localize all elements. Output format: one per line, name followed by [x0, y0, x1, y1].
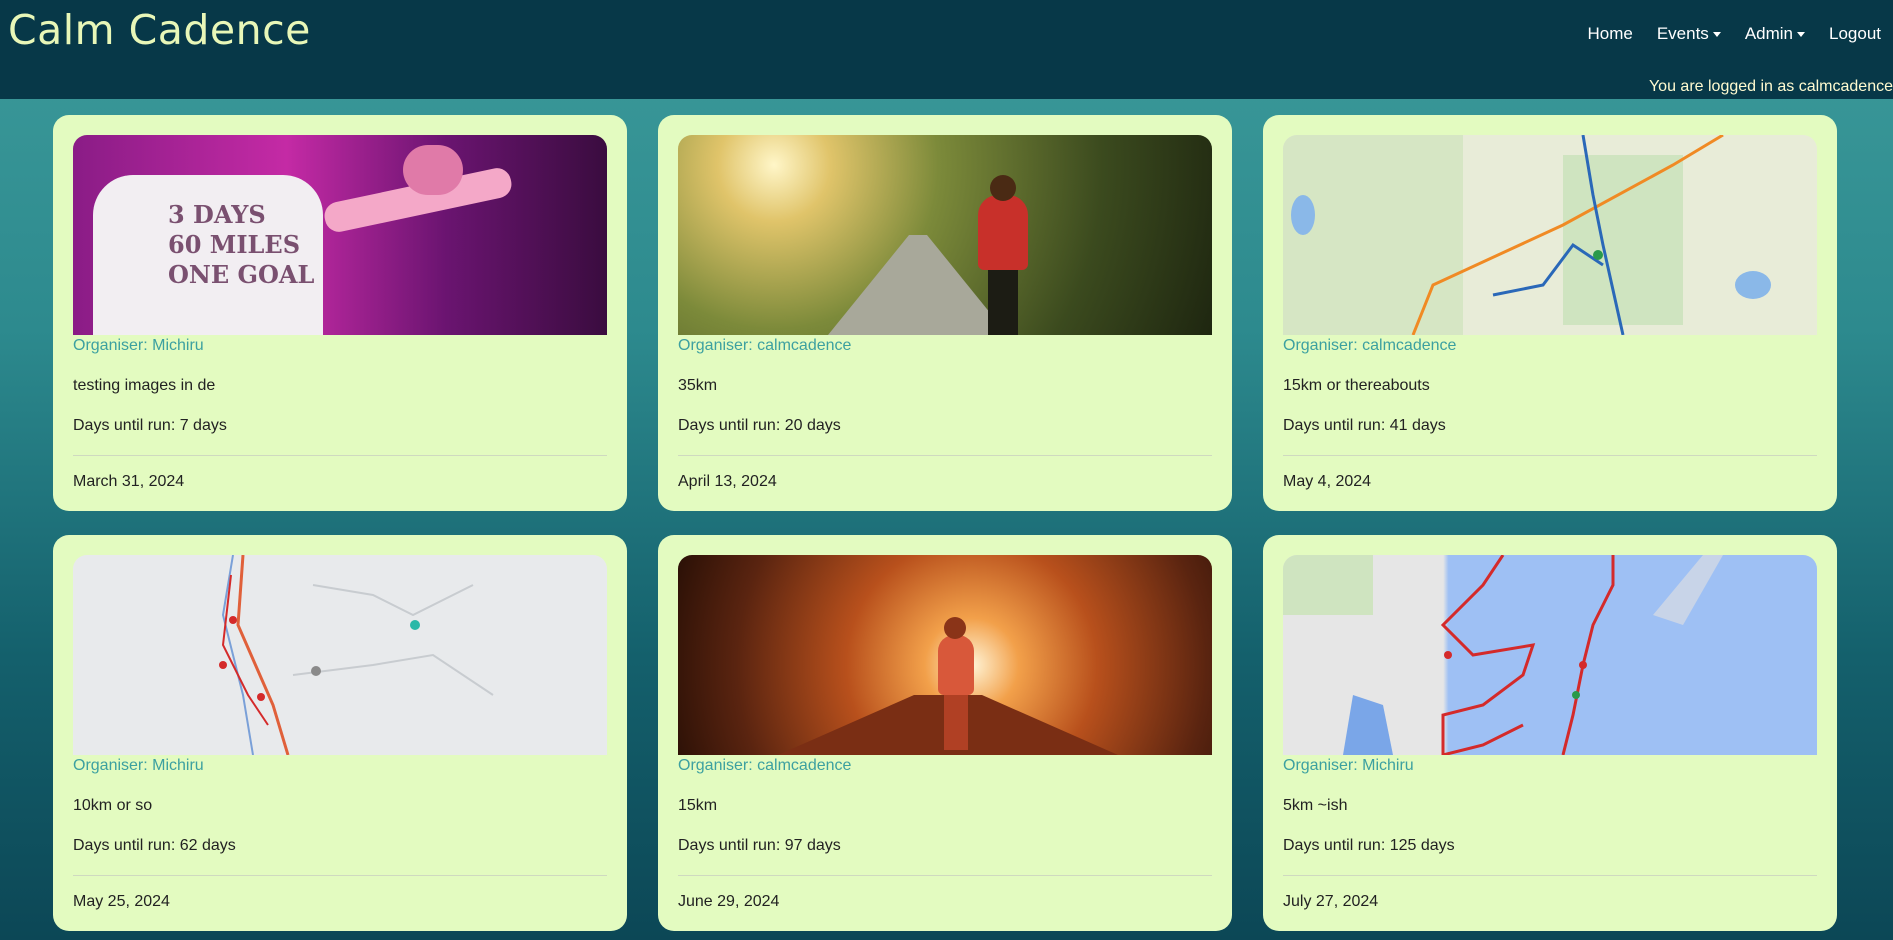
- event-card[interactable]: 3 DAYS 60 MILES ONE GOAL Organiser: Michir…: [53, 115, 627, 511]
- route-map-graphic: [1283, 555, 1723, 755]
- event-days-until: Days until run: 20 days: [678, 417, 841, 434]
- event-description: 5km ~ish: [1283, 797, 1348, 814]
- card-divider: [1283, 875, 1817, 876]
- route-map-graphic: [219, 555, 494, 755]
- event-description: 15km: [678, 797, 718, 814]
- card-divider: [73, 455, 607, 456]
- event-date: May 25, 2024: [73, 893, 170, 910]
- event-date: March 31, 2024: [73, 473, 185, 490]
- event-days-until: Days until run: 41 days: [1283, 417, 1446, 434]
- event-days-until: Days until run: 7 days: [73, 417, 227, 434]
- events-grid: 3 DAYS 60 MILES ONE GOAL Organiser: Michir…: [53, 115, 1837, 931]
- event-organiser: Organiser: calmcadence: [678, 757, 852, 774]
- event-card[interactable]: Organiser: Michiru 5km ~ish Days until r…: [1263, 535, 1837, 931]
- event-image: 3 DAYS 60 MILES ONE GOAL: [73, 135, 607, 335]
- nav-home-link[interactable]: Home: [1587, 24, 1632, 44]
- event-image: [73, 555, 607, 755]
- event-description: 10km or so: [73, 797, 153, 814]
- nav-logout-label: Logout: [1829, 24, 1881, 43]
- event-image: [1283, 555, 1817, 755]
- event-card[interactable]: Organiser: calmcadence 15km or thereabou…: [1263, 115, 1837, 511]
- event-card[interactable]: Organiser: Michiru 10km or so Days until…: [53, 535, 627, 931]
- event-organiser: Organiser: Michiru: [73, 757, 204, 774]
- event-organiser: Organiser: Michiru: [1283, 757, 1414, 774]
- event-organiser: Organiser: calmcadence: [1283, 337, 1457, 354]
- brand-title[interactable]: Calm Cadence: [8, 6, 311, 54]
- nav-home-label: Home: [1587, 24, 1633, 43]
- event-image: [678, 135, 1212, 335]
- event-image: [678, 555, 1212, 755]
- nav-events-dropdown[interactable]: Events: [1657, 24, 1721, 44]
- card-divider: [678, 455, 1212, 456]
- event-date: June 29, 2024: [678, 893, 780, 910]
- event-card[interactable]: Organiser: calmcadence 15km Days until r…: [658, 535, 1232, 931]
- event-days-until: Days until run: 62 days: [73, 837, 236, 854]
- nav-admin-dropdown[interactable]: Admin: [1745, 24, 1805, 44]
- card-divider: [678, 875, 1212, 876]
- event-image: [1283, 135, 1817, 335]
- event-date: July 27, 2024: [1283, 893, 1379, 910]
- logged-in-status: You are logged in as calmcadence: [1648, 78, 1893, 95]
- navbar: Calm Cadence Home Events Admin Logout Yo…: [0, 0, 1893, 99]
- route-map-graphic: [1283, 135, 1771, 335]
- event-organiser: Organiser: Michiru: [73, 337, 204, 354]
- event-days-until: Days until run: 97 days: [678, 837, 841, 854]
- nav-links: Home Events Admin Logout: [1587, 24, 1881, 44]
- caret-down-icon: [1797, 31, 1805, 37]
- event-days-until: Days until run: 125 days: [1283, 837, 1455, 854]
- caret-down-icon: [1712, 31, 1721, 37]
- event-description: testing images in de: [73, 377, 216, 394]
- nav-logout-link[interactable]: Logout: [1829, 24, 1881, 44]
- nav-events-label: Events: [1656, 24, 1709, 43]
- event-organiser: Organiser: calmcadence: [678, 337, 852, 354]
- event-card[interactable]: Organiser: calmcadence 35km Days until r…: [658, 115, 1232, 511]
- nav-admin-label: Admin: [1744, 24, 1793, 43]
- card-divider: [1283, 455, 1817, 456]
- event-date: April 13, 2024: [678, 473, 777, 490]
- event-description: 35km: [678, 377, 718, 394]
- event-description: 15km or thereabouts: [1283, 377, 1430, 394]
- card-divider: [73, 875, 607, 876]
- event-date: May 4, 2024: [1283, 473, 1372, 490]
